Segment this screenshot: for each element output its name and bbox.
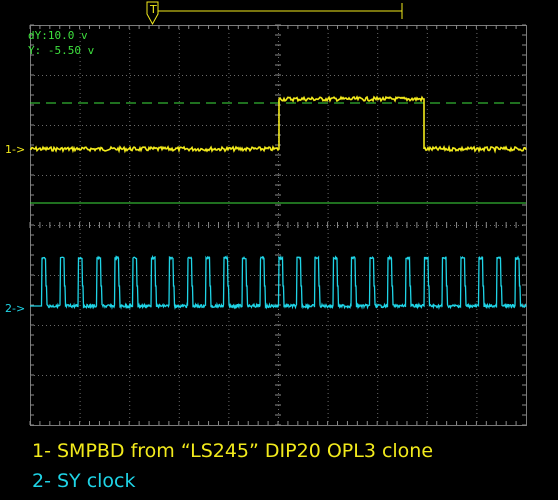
trigger-marker-label: T [149, 3, 157, 16]
channel-1-caption: 1- SMPBD from “LS245” DIP20 OPL3 clone [32, 440, 434, 462]
cursor-readout-y: Y: -5.50 v [28, 44, 95, 57]
oscilloscope-screen: T dY:10.0 v Y: -5.50 v 1-> 2-> [5, 1, 527, 426]
cursor-readout-dy: dY:10.0 v [28, 29, 88, 42]
channel-2-marker[interactable]: 2-> [5, 302, 25, 315]
channel-1-marker[interactable]: 1-> [5, 143, 25, 156]
graticule-grid [29, 24, 527, 426]
channel-2-caption: 2- SY clock [32, 470, 136, 492]
trigger-position-bracket: T [146, 1, 403, 26]
